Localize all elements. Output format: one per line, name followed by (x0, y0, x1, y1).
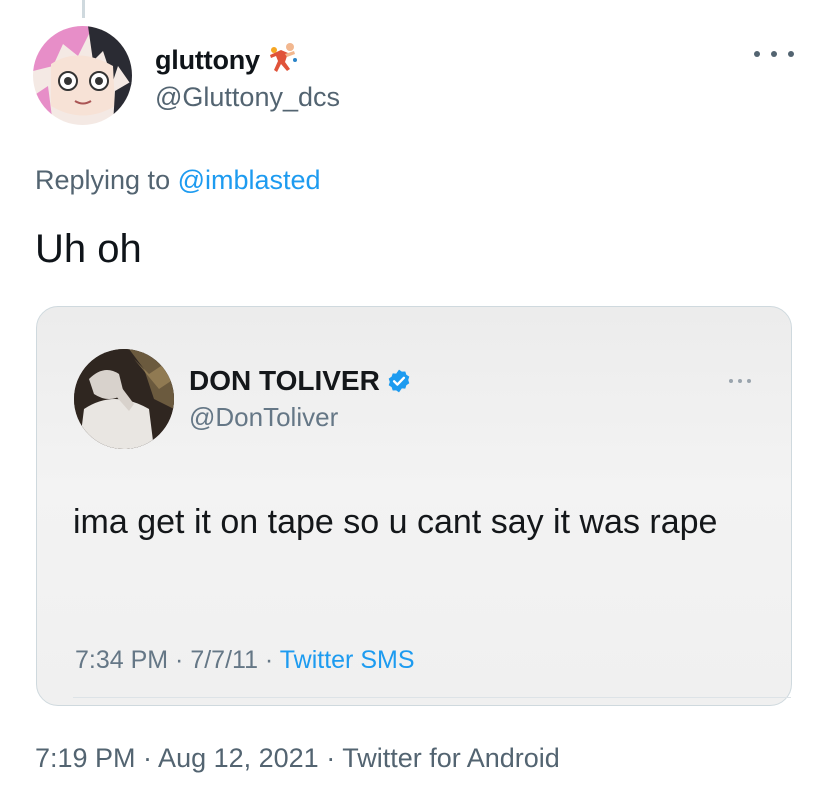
quoted-author-avatar[interactable] (74, 349, 174, 449)
more-dot (788, 51, 794, 57)
author-name-text: gluttony (155, 44, 260, 75)
more-dot (738, 379, 742, 383)
quoted-author-name[interactable]: DON TOLIVER (189, 365, 412, 397)
tweet-text: Uh oh (35, 227, 142, 271)
verified-badge-icon (386, 368, 412, 394)
quoted-author-name-text: DON TOLIVER (189, 365, 380, 396)
author-handle[interactable]: @Gluttony_dcs (155, 82, 340, 113)
thread-connector-line (82, 0, 85, 18)
more-horizontal-icon (729, 379, 733, 383)
replying-mention-link[interactable]: @imblasted (178, 165, 321, 195)
quoted-meta-time: 7:34 PM · 7/7/11 · (75, 646, 280, 674)
quoted-tweet-text: ima get it on tape so u cant say it was … (73, 503, 718, 541)
author-avatar[interactable] (33, 26, 132, 125)
quoted-meta-source-link[interactable]: Twitter SMS (280, 646, 415, 674)
quoted-more-options-button[interactable] (729, 377, 751, 385)
quoted-divider (73, 697, 791, 698)
more-dot (747, 379, 751, 383)
profile-photo-icon (74, 349, 174, 449)
tweet-timestamp[interactable]: 7:19 PM · Aug 12, 2021 · Twitter for And… (35, 743, 560, 774)
tweet-screenshot: gluttony @Gluttony_dcs Replying to @imbl… (0, 0, 819, 787)
more-options-button[interactable] (754, 42, 794, 66)
replying-to-line: Replying to @imblasted (35, 165, 321, 196)
more-horizontal-icon (754, 51, 760, 57)
author-display-name[interactable]: gluttony (155, 42, 298, 78)
anime-avatar-icon (33, 26, 132, 125)
quoted-tweet-meta: 7:34 PM · 7/7/11 · Twitter SMS (75, 646, 415, 675)
person-running-with-ball-emoji-icon (268, 42, 298, 78)
quoted-author-handle[interactable]: @DonToliver (189, 402, 338, 433)
quoted-tweet-card[interactable]: DON TOLIVER @DonToliver ima get it on ta… (36, 306, 792, 706)
more-dot (771, 51, 777, 57)
replying-prefix: Replying to (35, 165, 171, 195)
